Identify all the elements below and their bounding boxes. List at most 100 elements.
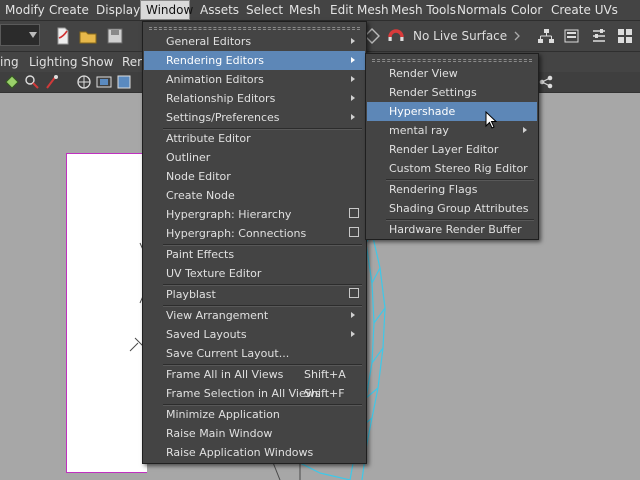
rendering-editors-submenu: Render View Render Settings Hypershade m… — [365, 53, 539, 240]
window-menu-item-paint-effects[interactable]: Paint Effects — [144, 245, 365, 264]
submenu-arrow-icon — [351, 57, 355, 63]
chevron-right-icon[interactable] — [513, 27, 521, 45]
window-menu-item-relationship-editors[interactable]: Relationship Editors — [144, 89, 365, 108]
new-scene-icon[interactable] — [54, 27, 72, 45]
menu-window[interactable]: Window — [140, 0, 193, 20]
option-box-icon[interactable] — [349, 227, 359, 237]
menu-modify[interactable]: Modify — [0, 0, 50, 20]
window-menu-item-minimize-application[interactable]: Minimize Application — [144, 405, 365, 424]
item-label: View Arrangement — [166, 309, 269, 322]
menu-create[interactable]: Create — [44, 0, 94, 20]
tear-off-handle[interactable] — [372, 59, 532, 62]
window-menu-item-playblast[interactable]: Playblast — [144, 285, 365, 304]
tear-off-handle[interactable] — [149, 27, 360, 30]
item-label: Node Editor — [166, 170, 231, 183]
window-menu-item-rendering-editors[interactable]: Rendering Editors — [144, 51, 365, 70]
menu-display[interactable]: Display — [91, 0, 145, 20]
window-menu-item-settings-preferences[interactable]: Settings/Preferences — [144, 108, 365, 127]
submenu-arrow-icon — [351, 114, 355, 120]
hierarchy-icon[interactable] — [537, 27, 555, 45]
resolution-gate-icon[interactable] — [116, 74, 132, 90]
grid-icon[interactable] — [76, 74, 92, 90]
camera-attributes-icon[interactable] — [24, 74, 40, 90]
menu-mesh-tools[interactable]: Mesh Tools — [386, 0, 461, 20]
menu-set-dropdown[interactable] — [0, 24, 40, 46]
submenu-item-hypershade[interactable]: Hypershade — [367, 102, 537, 121]
window-menu-item-saved-layouts[interactable]: Saved Layouts — [144, 325, 365, 344]
camera-select-icon[interactable] — [4, 74, 20, 90]
submenu-arrow-icon — [351, 38, 355, 44]
item-label: Create Node — [166, 189, 235, 202]
window-menu-item-attribute-editor[interactable]: Attribute Editor — [144, 129, 365, 148]
submenu-item-hardware-render-buffer[interactable]: Hardware Render Buffer — [367, 220, 537, 239]
item-label: Frame Selection in All Views — [166, 387, 321, 400]
render-settings-icon[interactable] — [590, 27, 608, 45]
option-box-icon[interactable] — [349, 208, 359, 218]
item-label: Playblast — [166, 288, 216, 301]
window-menu-item-animation-editors[interactable]: Animation Editors — [144, 70, 365, 89]
menu-assets[interactable]: Assets — [195, 0, 244, 20]
menu-edit-mesh[interactable]: Edit Mesh — [325, 0, 394, 20]
window-menu-item-save-current-layout[interactable]: Save Current Layout... — [144, 344, 365, 363]
magnet-icon[interactable] — [387, 27, 405, 45]
save-disk-icon[interactable] — [106, 27, 124, 45]
item-label: Relationship Editors — [166, 92, 276, 105]
submenu-arrow-icon — [351, 331, 355, 337]
panel-menu-shading[interactable]: ing — [0, 52, 19, 72]
item-label: Saved Layouts — [166, 328, 247, 341]
window-menu-item-general-editors[interactable]: General Editors — [144, 32, 365, 51]
submenu-arrow-icon — [351, 95, 355, 101]
window-menu-item-hypergraph-connections[interactable]: Hypergraph: Connections — [144, 224, 365, 243]
window-menu-item-node-editor[interactable]: Node Editor — [144, 167, 365, 186]
window-menu-item-frame-all[interactable]: Frame All in All Views Shift+A — [144, 365, 365, 384]
item-label: Rendering Flags — [389, 183, 478, 196]
item-label: mental ray — [389, 124, 449, 137]
open-folder-icon[interactable] — [79, 27, 97, 45]
submenu-arrow-icon — [351, 76, 355, 82]
panel-menu-lighting[interactable]: Lighting — [29, 52, 78, 72]
bookmark-icon[interactable] — [44, 74, 60, 90]
isolate-select-icon[interactable] — [538, 74, 554, 90]
mouse-cursor-icon — [485, 111, 497, 129]
item-label: Render View — [389, 67, 458, 80]
item-label: Outliner — [166, 151, 211, 164]
film-gate-icon[interactable] — [96, 74, 112, 90]
live-surface-field[interactable]: No Live Surface — [409, 25, 515, 47]
menu-create-uvs[interactable]: Create UVs — [546, 0, 623, 20]
menu-mesh[interactable]: Mesh — [284, 0, 326, 20]
submenu-item-render-settings[interactable]: Render Settings — [367, 83, 537, 102]
item-label: Render Layer Editor — [389, 143, 499, 156]
window-menu-item-frame-selection[interactable]: Frame Selection in All Views Shift+F — [144, 384, 365, 403]
window-menu-item-create-node[interactable]: Create Node — [144, 186, 365, 205]
item-label: Raise Main Window — [166, 427, 273, 440]
item-label: Shading Group Attributes — [389, 202, 529, 215]
item-label: Minimize Application — [166, 408, 280, 421]
item-label: Paint Effects — [166, 248, 235, 261]
menu-normals[interactable]: Normals — [452, 0, 512, 20]
window-menu-item-outliner[interactable]: Outliner — [144, 148, 365, 167]
hypershade-icon[interactable] — [616, 27, 634, 45]
window-menu-item-hypergraph-hierarchy[interactable]: Hypergraph: Hierarchy — [144, 205, 365, 224]
submenu-item-custom-stereo-rig-editor[interactable]: Custom Stereo Rig Editor — [367, 159, 537, 178]
submenu-item-rendering-flags[interactable]: Rendering Flags — [367, 180, 537, 199]
submenu-item-mental-ray[interactable]: mental ray — [367, 121, 537, 140]
window-menu-item-raise-main-window[interactable]: Raise Main Window — [144, 424, 365, 443]
chevron-down-icon — [29, 32, 37, 38]
submenu-arrow-icon — [523, 127, 527, 133]
menu-color[interactable]: Color — [506, 0, 547, 20]
submenu-item-shading-group-attributes[interactable]: Shading Group Attributes — [367, 199, 537, 218]
window-menu-item-uv-texture-editor[interactable]: UV Texture Editor — [144, 264, 365, 283]
item-label: Rendering Editors — [166, 54, 264, 67]
render-view-icon[interactable] — [563, 27, 581, 45]
item-label: Raise Application Windows — [166, 446, 314, 459]
submenu-item-render-layer-editor[interactable]: Render Layer Editor — [367, 140, 537, 159]
window-menu-item-view-arrangement[interactable]: View Arrangement — [144, 306, 365, 325]
window-menu-item-raise-application-windows[interactable]: Raise Application Windows — [144, 443, 365, 462]
option-box-icon[interactable] — [349, 288, 359, 298]
item-label: Hypershade — [389, 105, 456, 118]
item-label: Save Current Layout... — [166, 347, 290, 360]
submenu-item-render-view[interactable]: Render View — [367, 64, 537, 83]
menu-select[interactable]: Select — [241, 0, 288, 20]
item-label: Animation Editors — [166, 73, 264, 86]
panel-menu-show[interactable]: Show — [81, 52, 113, 72]
